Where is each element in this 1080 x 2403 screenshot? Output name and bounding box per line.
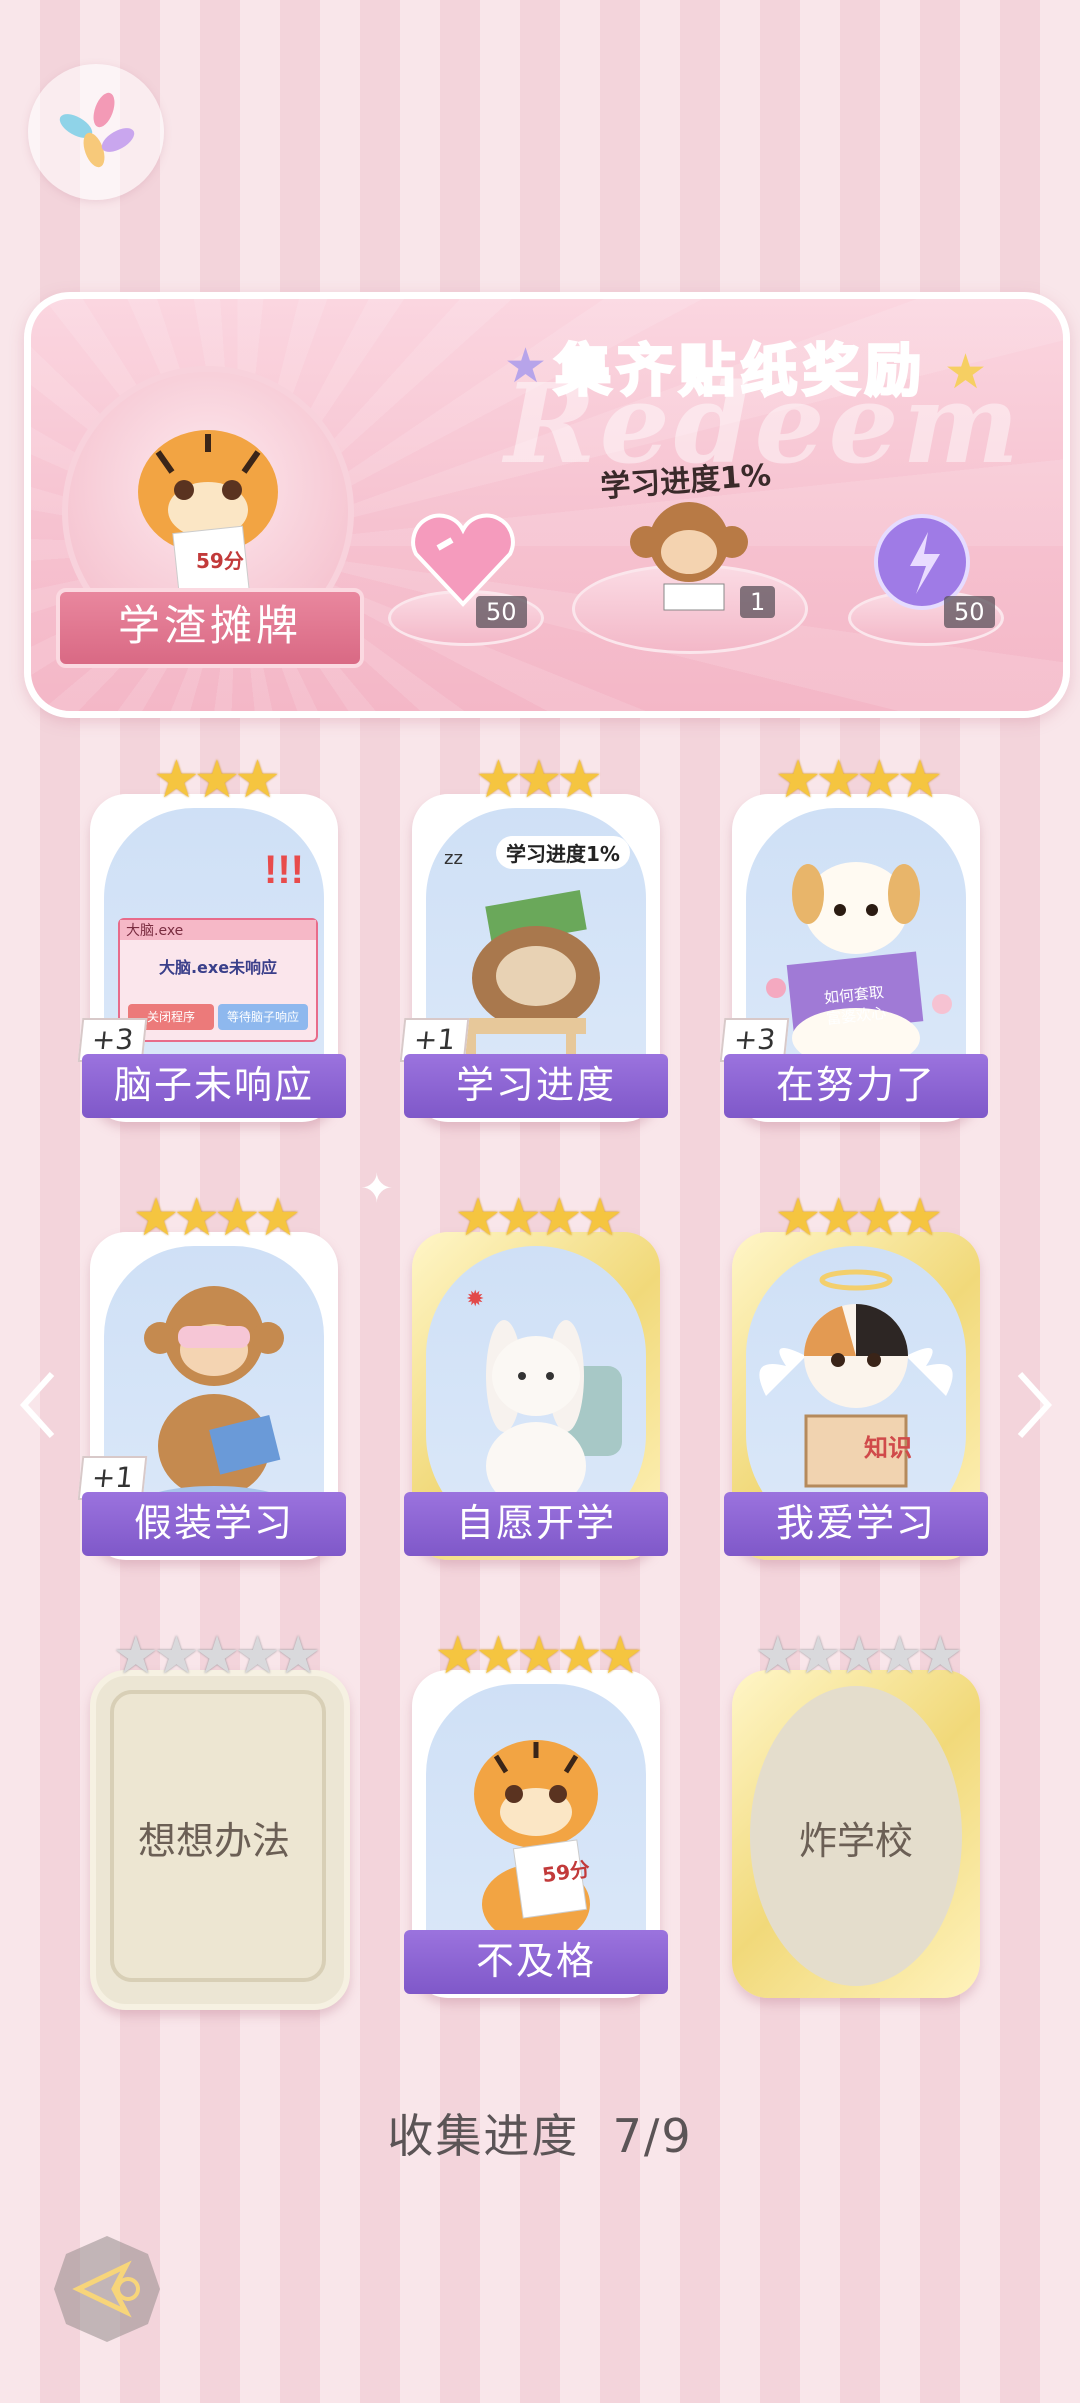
next-page-arrow[interactable] <box>1014 1370 1054 1440</box>
star-rating: ★★★★★ <box>112 1626 321 1686</box>
card-caption: 学习进度1% <box>496 836 630 869</box>
star-decoration-icon: ★ <box>944 344 988 400</box>
pinwheel-icon <box>59 92 135 168</box>
card-label: 自愿开学 <box>404 1492 668 1556</box>
dialog-wait-button: 等待脑子响应 <box>218 1004 308 1030</box>
star-decoration-icon: ★ <box>504 338 548 394</box>
sticker-card-brain-unresponsive[interactable]: !!! 大脑.exe 大脑.exe未响应 关闭程序 等待脑子响应 ★★★ +3 … <box>77 750 346 1122</box>
star-rating: ★★★★ <box>132 1188 301 1248</box>
star-rating: ★★★ <box>475 750 603 810</box>
card-label: 不及格 <box>404 1930 668 1994</box>
chevron-left-icon <box>19 1371 55 1439</box>
dialog-message: 大脑.exe未响应 <box>158 958 278 977</box>
reward-count: 50 <box>944 596 995 628</box>
collection-progress: 收集进度 7/9 <box>0 2100 1080 2166</box>
dialog-title: 大脑.exe <box>120 920 316 940</box>
card-label: 在努力了 <box>724 1054 988 1118</box>
reward-title: 集齐贴纸奖励 <box>554 338 927 406</box>
sticker-card-pretend-study[interactable]: ★★★★ +1 假装学习 <box>77 1188 346 1560</box>
badge-score-text: 59分 <box>196 549 244 573</box>
back-arrow-icon <box>54 2236 160 2342</box>
star-rating: ★★★ <box>153 750 281 810</box>
star-rating: ★★★★★ <box>754 1626 963 1686</box>
sticker-card-love-study[interactable]: 知识 ★★★★ 我爱学习 <box>724 1188 988 1560</box>
svg-text:✹: ✹ <box>466 1287 484 1312</box>
badge-title: 学渣摊牌 <box>56 588 364 668</box>
progress-value: 7/9 <box>612 2109 693 2163</box>
sticker-card-bomb-school[interactable]: ★★★★★ 炸学校 <box>732 1626 980 1998</box>
star-rating: ★★★★★ <box>434 1626 643 1686</box>
chevron-right-icon <box>1017 1371 1053 1439</box>
reward-count: 1 <box>740 586 776 618</box>
card-label: 假装学习 <box>82 1492 346 1556</box>
card-label: 学习进度 <box>404 1054 668 1118</box>
book-text: 如何套取富婆欢心 <box>823 982 887 1029</box>
star-rating: ★★★★ <box>774 750 943 810</box>
star-rating: ★★★★ <box>774 1188 943 1248</box>
svg-text:zz: zz <box>444 848 463 869</box>
reward-count: 50 <box>476 596 527 628</box>
progress-label: 收集进度 <box>387 2109 580 2163</box>
sticker-card-study-progress[interactable]: 学习进度1% zz ★★★ +1 学习进度 <box>399 750 668 1122</box>
sticker-card-think-way[interactable]: ★★★★★ 想想办法 <box>90 1626 350 2010</box>
error-dialog: 大脑.exe 大脑.exe未响应 关闭程序 等待脑子响应 <box>118 918 318 1042</box>
app-logo-button[interactable] <box>28 64 164 200</box>
card-label: 炸学校 <box>798 1819 913 1863</box>
exclamation-icon: !!! <box>264 848 304 892</box>
back-button[interactable] <box>48 2230 166 2348</box>
book-text: 知识 <box>864 1434 912 1462</box>
card-label: 想想办法 <box>137 1819 290 1863</box>
sticker-card-trying-hard[interactable]: 如何套取富婆欢心 ★★★★ +3 在努力了 <box>719 750 988 1122</box>
sticker-card-voluntary-school[interactable]: ✹ ★★★★ 自愿开学 <box>404 1188 668 1560</box>
card-label: 脑子未响应 <box>82 1054 346 1118</box>
sticker-card-failed[interactable]: 59分 ★★★★★ 不及格 <box>404 1626 668 1998</box>
card-label: 我爱学习 <box>724 1492 988 1556</box>
prev-page-arrow[interactable] <box>18 1370 58 1440</box>
star-rating: ★★★★ <box>454 1188 623 1248</box>
sparkle-icon: ✦ <box>360 1166 394 1212</box>
